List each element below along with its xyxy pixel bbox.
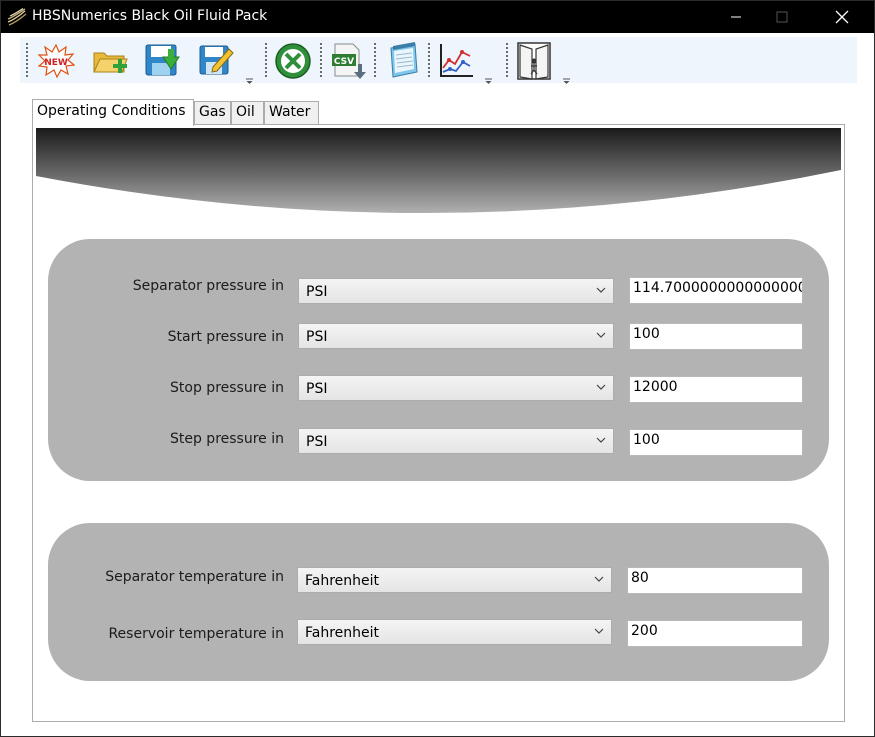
toolbar-separator [320, 43, 322, 77]
start-pressure-label: Start pressure in [167, 329, 284, 345]
chevron-down-icon [594, 576, 604, 582]
title-bar[interactable]: HBSNumerics Black Oil Fluid Pack [1, 1, 874, 33]
separator-pressure-unit-value: PSI [306, 284, 328, 300]
step-pressure-label: Step pressure in [169, 431, 284, 447]
header-banner [36, 128, 841, 214]
start-pressure-input[interactable]: 100 [629, 323, 803, 350]
start-pressure-unit-select[interactable]: PSI [298, 323, 614, 349]
chevron-down-icon [596, 332, 606, 338]
chevron-down-icon [563, 78, 570, 84]
new-badge-text: NEW [44, 58, 68, 68]
toolbar-separator [506, 43, 508, 77]
tab-oil[interactable]: Oil [231, 101, 264, 125]
open-button[interactable] [90, 41, 130, 81]
stop-pressure-input[interactable]: 12000 [629, 376, 803, 403]
step-pressure-input[interactable]: 100 [629, 429, 803, 456]
separator-temperature-input[interactable]: 80 [627, 567, 803, 594]
save-as-dropdown-arrow[interactable] [245, 73, 254, 84]
pressure-group: Separator pressure in PSI 114.7000000000… [48, 239, 829, 481]
notepad-icon [390, 42, 418, 78]
app-logo-icon [7, 7, 27, 26]
step-pressure-value: 100 [633, 432, 660, 448]
toolbar: NEW CSV [20, 37, 857, 84]
temperature-group: Separator temperature in Fahrenheit 80 R… [48, 523, 829, 681]
toolbar-separator [26, 43, 28, 77]
close-button[interactable] [819, 1, 865, 33]
start-pressure-unit-value: PSI [306, 329, 328, 345]
reservoir-temperature-unit-select[interactable]: Fahrenheit [297, 619, 612, 645]
operating-conditions-panel: Separator pressure in PSI 114.7000000000… [32, 124, 845, 722]
chevron-down-icon [485, 78, 492, 84]
reservoir-temperature-value: 200 [631, 623, 658, 639]
chevron-down-icon [246, 78, 253, 84]
separator-pressure-value: 114.70000000000000000 [633, 280, 803, 296]
start-pressure-value: 100 [633, 326, 660, 342]
csv-badge-text: CSV [334, 57, 354, 67]
save-edit-icon [199, 45, 234, 75]
chart-dropdown-arrow[interactable] [484, 73, 493, 84]
separator-pressure-unit-select[interactable]: PSI [298, 278, 614, 304]
window-title: HBSNumerics Black Oil Fluid Pack [32, 8, 268, 24]
stop-pressure-unit-value: PSI [306, 381, 328, 397]
separator-temperature-unit-select[interactable]: Fahrenheit [297, 567, 612, 593]
minimize-button[interactable] [713, 1, 759, 33]
new-icon: NEW [37, 44, 75, 78]
separator-temperature-value: 80 [631, 570, 649, 586]
separator-pressure-input[interactable]: 114.70000000000000000 [629, 277, 803, 304]
separator-temperature-unit-value: Fahrenheit [305, 573, 380, 589]
csv-icon: CSV [332, 43, 366, 79]
maximize-button[interactable] [759, 1, 805, 33]
line-chart-icon [440, 44, 473, 77]
save-button[interactable] [142, 41, 182, 81]
minimize-icon [731, 16, 741, 18]
tab-water[interactable]: Water [264, 101, 319, 125]
close-icon [835, 10, 849, 24]
exit-button[interactable] [514, 41, 554, 81]
separator-pressure-label: Separator pressure in [132, 278, 284, 294]
chevron-down-icon [596, 437, 606, 443]
export-excel-button[interactable] [273, 41, 313, 81]
stop-pressure-unit-select[interactable]: PSI [298, 375, 614, 401]
tab-operating-conditions[interactable]: Operating Conditions [32, 99, 194, 126]
toolbar-separator [374, 43, 376, 77]
new-button[interactable]: NEW [36, 41, 76, 81]
open-folder-add-icon [93, 52, 128, 73]
toolbar-separator [265, 43, 267, 77]
exit-door-icon [517, 42, 551, 80]
step-pressure-unit-value: PSI [306, 434, 328, 450]
maximize-icon [776, 11, 788, 23]
separator-temperature-label: Separator temperature in [105, 569, 284, 585]
step-pressure-unit-select[interactable]: PSI [298, 428, 614, 454]
app-window: HBSNumerics Black Oil Fluid Pack NEW CSV… [0, 0, 875, 737]
chevron-down-icon [596, 287, 606, 293]
chevron-down-icon [596, 384, 606, 390]
notes-button[interactable] [382, 41, 422, 81]
reservoir-temperature-label: Reservoir temperature in [108, 626, 284, 642]
tab-gas[interactable]: Gas [194, 101, 231, 125]
exit-dropdown-arrow[interactable] [562, 73, 571, 84]
reservoir-temperature-input[interactable]: 200 [627, 620, 803, 647]
toolbar-separator [428, 43, 430, 77]
chart-button[interactable] [436, 41, 476, 81]
export-csv-button[interactable]: CSV [328, 41, 368, 81]
save-as-button[interactable] [196, 41, 236, 81]
reservoir-temperature-unit-value: Fahrenheit [305, 625, 380, 641]
excel-icon [275, 43, 311, 79]
stop-pressure-value: 12000 [633, 379, 678, 395]
chevron-down-icon [594, 628, 604, 634]
stop-pressure-label: Stop pressure in [170, 380, 284, 396]
save-icon [145, 44, 180, 76]
